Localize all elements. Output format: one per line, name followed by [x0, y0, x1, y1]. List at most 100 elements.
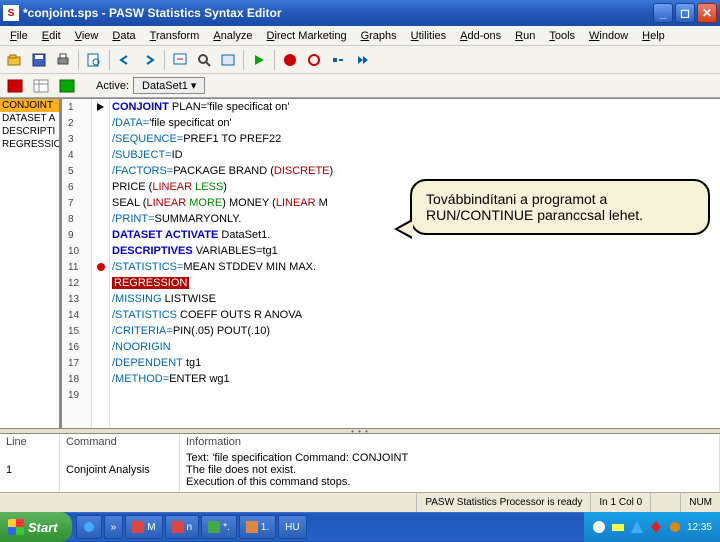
- open-icon[interactable]: [4, 49, 26, 71]
- nav-pane[interactable]: CONJOINT DATASET A DESCRIPTI REGRESSIO: [0, 99, 62, 428]
- menu-directmarketing[interactable]: Direct Marketing: [260, 28, 352, 44]
- dataset-selector[interactable]: DataSet1 ▾: [133, 77, 205, 94]
- preview-icon[interactable]: [83, 49, 105, 71]
- ds-icon-2[interactable]: [30, 75, 52, 97]
- ds-icon-3[interactable]: [56, 75, 78, 97]
- taskbar-item-3[interactable]: *.: [201, 515, 237, 539]
- start-button[interactable]: Start: [0, 512, 72, 542]
- maximize-button[interactable]: ◻: [675, 3, 695, 23]
- menu-file[interactable]: File: [4, 28, 34, 44]
- code-line[interactable]: /DATA='file specificat on': [110, 115, 720, 131]
- breakpoint-icon[interactable]: [303, 49, 325, 71]
- line-number: 1: [62, 99, 91, 115]
- menu-utilities[interactable]: Utilities: [405, 28, 452, 44]
- code-token: SEAL (: [112, 197, 146, 209]
- code-token: ENTER wg1: [169, 373, 230, 385]
- tray-icon-4[interactable]: [649, 520, 663, 534]
- taskbar-item-5[interactable]: HU: [278, 515, 306, 539]
- tray-icon-5[interactable]: [668, 520, 682, 534]
- continue-icon[interactable]: [351, 49, 373, 71]
- taskbar-item-4[interactable]: 1.: [239, 515, 276, 539]
- code-line[interactable]: /SUBJECT=ID: [110, 147, 720, 163]
- syntax-editor[interactable]: Továbbindítani a programot a RUN/CONTINU…: [110, 99, 720, 428]
- close-button[interactable]: ✕: [697, 3, 717, 23]
- menu-tools[interactable]: Tools: [543, 28, 581, 44]
- menu-view[interactable]: View: [69, 28, 105, 44]
- code-line[interactable]: /STATISTICS COEFF OUTS R ANOVA: [110, 307, 720, 323]
- tray-icon-3[interactable]: [630, 520, 644, 534]
- nav-item-dataset[interactable]: DATASET A: [0, 112, 59, 125]
- code-token: ) MONEY (: [222, 197, 276, 209]
- print-icon[interactable]: [52, 49, 74, 71]
- menu-analyze[interactable]: Analyze: [207, 28, 258, 44]
- code-line[interactable]: REGRESSION: [110, 275, 720, 291]
- menu-transform[interactable]: Transform: [144, 28, 206, 44]
- ds-icon-1[interactable]: [4, 75, 26, 97]
- tray-icon-2[interactable]: [611, 520, 625, 534]
- minimize-button[interactable]: _: [653, 3, 673, 23]
- menu-addons[interactable]: Add-ons: [454, 28, 507, 44]
- taskbar-quicklaunch[interactable]: [76, 515, 102, 539]
- system-tray[interactable]: 12:35: [584, 512, 720, 542]
- code-line[interactable]: /STATISTICS=MEAN STDDEV MIN MAX.: [110, 259, 720, 275]
- dialog-icon[interactable]: [217, 49, 239, 71]
- line-number: 6: [62, 179, 91, 195]
- code-token: LINEAR: [152, 181, 192, 193]
- menu-window[interactable]: Window: [583, 28, 634, 44]
- code-token: MEAN STDDEV MIN MAX.: [183, 261, 316, 273]
- find-icon[interactable]: [193, 49, 215, 71]
- code-line[interactable]: /DEPENDENT tg1: [110, 355, 720, 371]
- line-number: 8: [62, 211, 91, 227]
- code-token: /NOORIGIN: [112, 341, 171, 353]
- toolbar-dataset: Active: DataSet1 ▾: [0, 74, 720, 98]
- code-token: LISTWISE: [162, 293, 216, 305]
- menu-graphs[interactable]: Graphs: [355, 28, 403, 44]
- window-titlebar: S *conjoint.sps - PASW Statistics Syntax…: [0, 0, 720, 26]
- line-number: 14: [62, 307, 91, 323]
- code-token: /MISSING: [112, 293, 162, 305]
- line-number: 16: [62, 339, 91, 355]
- marker-slot: [92, 387, 109, 403]
- stop-icon[interactable]: [279, 49, 301, 71]
- goto-icon[interactable]: [169, 49, 191, 71]
- save-icon[interactable]: [28, 49, 50, 71]
- code-token: ID: [172, 149, 183, 161]
- code-token: /METHOD=: [112, 373, 169, 385]
- code-line[interactable]: /MISSING LISTWISE: [110, 291, 720, 307]
- info-text-3: Execution of this command stops.: [186, 476, 713, 488]
- marker-gutter: [92, 99, 110, 428]
- nav-item-conjoint[interactable]: CONJOINT: [0, 99, 59, 112]
- tray-clock[interactable]: 12:35: [687, 522, 712, 533]
- code-line[interactable]: /FACTORS=PACKAGE BRAND (DISCRETE): [110, 163, 720, 179]
- taskbar-item-2[interactable]: n: [165, 515, 200, 539]
- code-line[interactable]: [110, 387, 720, 403]
- marker-slot: [92, 195, 109, 211]
- run-icon[interactable]: [248, 49, 270, 71]
- callout-line2: RUN/CONTINUE paranccsal lehet.: [426, 207, 694, 223]
- marker-slot: [92, 291, 109, 307]
- info-text-1: Text: 'file specification Command: CONJO…: [186, 452, 713, 464]
- taskbar: Start » M n *. 1. HU 12:35: [0, 512, 720, 542]
- code-line[interactable]: /METHOD=ENTER wg1: [110, 371, 720, 387]
- code-line[interactable]: CONJOINT PLAN='file specificat on': [110, 99, 720, 115]
- menu-run[interactable]: Run: [509, 28, 541, 44]
- menu-help[interactable]: Help: [636, 28, 671, 44]
- code-line[interactable]: /SEQUENCE=PREF1 TO PREF22: [110, 131, 720, 147]
- menu-data[interactable]: Data: [106, 28, 141, 44]
- code-line[interactable]: /CRITERIA=PIN(.05) POUT(.10): [110, 323, 720, 339]
- tray-icon-1[interactable]: [592, 520, 606, 534]
- line-number: 13: [62, 291, 91, 307]
- taskbar-item-1[interactable]: M: [125, 515, 162, 539]
- nav-item-descriptives[interactable]: DESCRIPTI: [0, 125, 59, 138]
- code-token: ): [330, 165, 334, 177]
- redo-icon[interactable]: [138, 49, 160, 71]
- step-icon[interactable]: [327, 49, 349, 71]
- menu-edit[interactable]: Edit: [36, 28, 67, 44]
- code-line[interactable]: DESCRIPTIVES VARIABLES=tg1: [110, 243, 720, 259]
- nav-item-regression[interactable]: REGRESSIO: [0, 138, 59, 151]
- code-line[interactable]: /NOORIGIN: [110, 339, 720, 355]
- code-token: PACKAGE BRAND (: [173, 165, 274, 177]
- undo-icon[interactable]: [114, 49, 136, 71]
- taskbar-more[interactable]: »: [104, 515, 124, 539]
- execution-pointer-icon: [97, 103, 104, 111]
